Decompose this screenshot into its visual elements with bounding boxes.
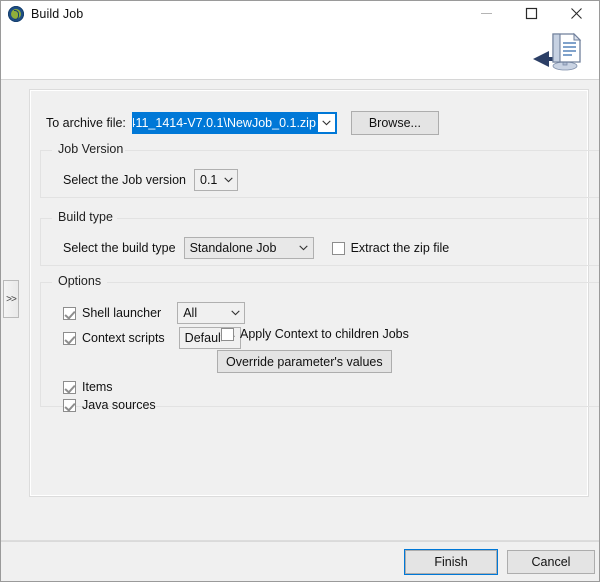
window-title: Build Job (31, 7, 83, 21)
dialog-button-bar: Finish Cancel (1, 541, 599, 582)
window-controls (464, 1, 599, 26)
dialog-body: >> To archive file: 20180411_1414-V7.0.1… (1, 80, 599, 541)
options-group: Options Shell launcher All Context scrip… (40, 282, 600, 407)
context-scripts-value: Default (180, 328, 222, 348)
minimize-icon[interactable] (464, 1, 509, 26)
dialog-banner (1, 26, 599, 80)
archive-file-value[interactable]: 20180411_1414-V7.0.1\NewJob_0.1.zip (133, 113, 318, 133)
apply-context-checkbox[interactable] (221, 328, 234, 341)
build-type-value: Standalone Job (185, 238, 295, 258)
build-type-group: Build type Select the build type Standal… (40, 218, 600, 266)
archive-file-row: To archive file: 20180411_1414-V7.0.1\Ne… (46, 111, 439, 135)
maximize-icon[interactable] (509, 1, 554, 26)
options-group-title: Options (54, 274, 105, 288)
override-parameters-button[interactable]: Override parameter's values (217, 350, 392, 373)
export-document-icon (531, 29, 585, 75)
cancel-button[interactable]: Cancel (507, 550, 595, 574)
items-label: Items (82, 380, 113, 394)
extract-zip-label: Extract the zip file (351, 241, 450, 255)
shell-launcher-checkbox[interactable] (63, 307, 76, 320)
job-version-label: Select the Job version (63, 173, 186, 187)
wizard-content-panel: To archive file: 20180411_1414-V7.0.1\Ne… (29, 89, 589, 497)
chevron-down-icon[interactable] (295, 245, 313, 251)
items-row[interactable]: Items (63, 380, 113, 394)
chevron-down-icon[interactable] (219, 177, 237, 183)
context-scripts-label: Context scripts (82, 331, 165, 345)
job-version-combobox[interactable]: 0.1 (194, 169, 238, 191)
override-parameters-row: Override parameter's values (217, 350, 392, 373)
job-version-value: 0.1 (195, 170, 219, 190)
context-scripts-checkbox[interactable] (63, 332, 76, 345)
job-version-group: Job Version Select the Job version 0.1 (40, 150, 600, 198)
job-version-row: Select the Job version 0.1 (63, 169, 238, 191)
talend-logo-icon (8, 6, 24, 22)
java-sources-checkbox[interactable] (63, 399, 76, 412)
apply-context-row[interactable]: Apply Context to children Jobs (221, 327, 409, 341)
build-job-dialog: Build Job (0, 0, 600, 582)
expand-panel-toggle[interactable]: >> (3, 280, 19, 318)
archive-file-combobox[interactable]: 20180411_1414-V7.0.1\NewJob_0.1.zip (132, 112, 337, 134)
build-type-row: Select the build type Standalone Job Ext… (63, 237, 449, 259)
apply-context-label: Apply Context to children Jobs (240, 327, 409, 341)
job-version-group-title: Job Version (54, 142, 127, 156)
shell-launcher-combobox[interactable]: All (177, 302, 245, 324)
shell-launcher-label: Shell launcher (82, 306, 161, 320)
build-type-label: Select the build type (63, 241, 176, 255)
shell-launcher-value: All (178, 303, 226, 323)
archive-file-label: To archive file: (46, 116, 126, 130)
items-checkbox[interactable] (63, 381, 76, 394)
browse-button[interactable]: Browse... (351, 111, 439, 135)
title-bar: Build Job (1, 1, 599, 26)
close-icon[interactable] (554, 1, 599, 26)
extract-zip-checkbox[interactable] (332, 242, 345, 255)
build-type-combobox[interactable]: Standalone Job (184, 237, 314, 259)
java-sources-row[interactable]: Java sources (63, 398, 156, 412)
chevron-down-icon[interactable] (318, 120, 336, 126)
shell-launcher-row: Shell launcher All (63, 302, 245, 324)
finish-button[interactable]: Finish (405, 550, 497, 574)
group-border-line (117, 218, 600, 219)
build-type-group-title: Build type (54, 210, 117, 224)
group-border-line (107, 282, 600, 283)
group-border-line (125, 150, 600, 151)
java-sources-label: Java sources (82, 398, 156, 412)
chevron-down-icon[interactable] (226, 310, 244, 316)
context-scripts-row: Context scripts Default (63, 327, 241, 349)
extract-zip-checkbox-row[interactable]: Extract the zip file (332, 241, 450, 255)
